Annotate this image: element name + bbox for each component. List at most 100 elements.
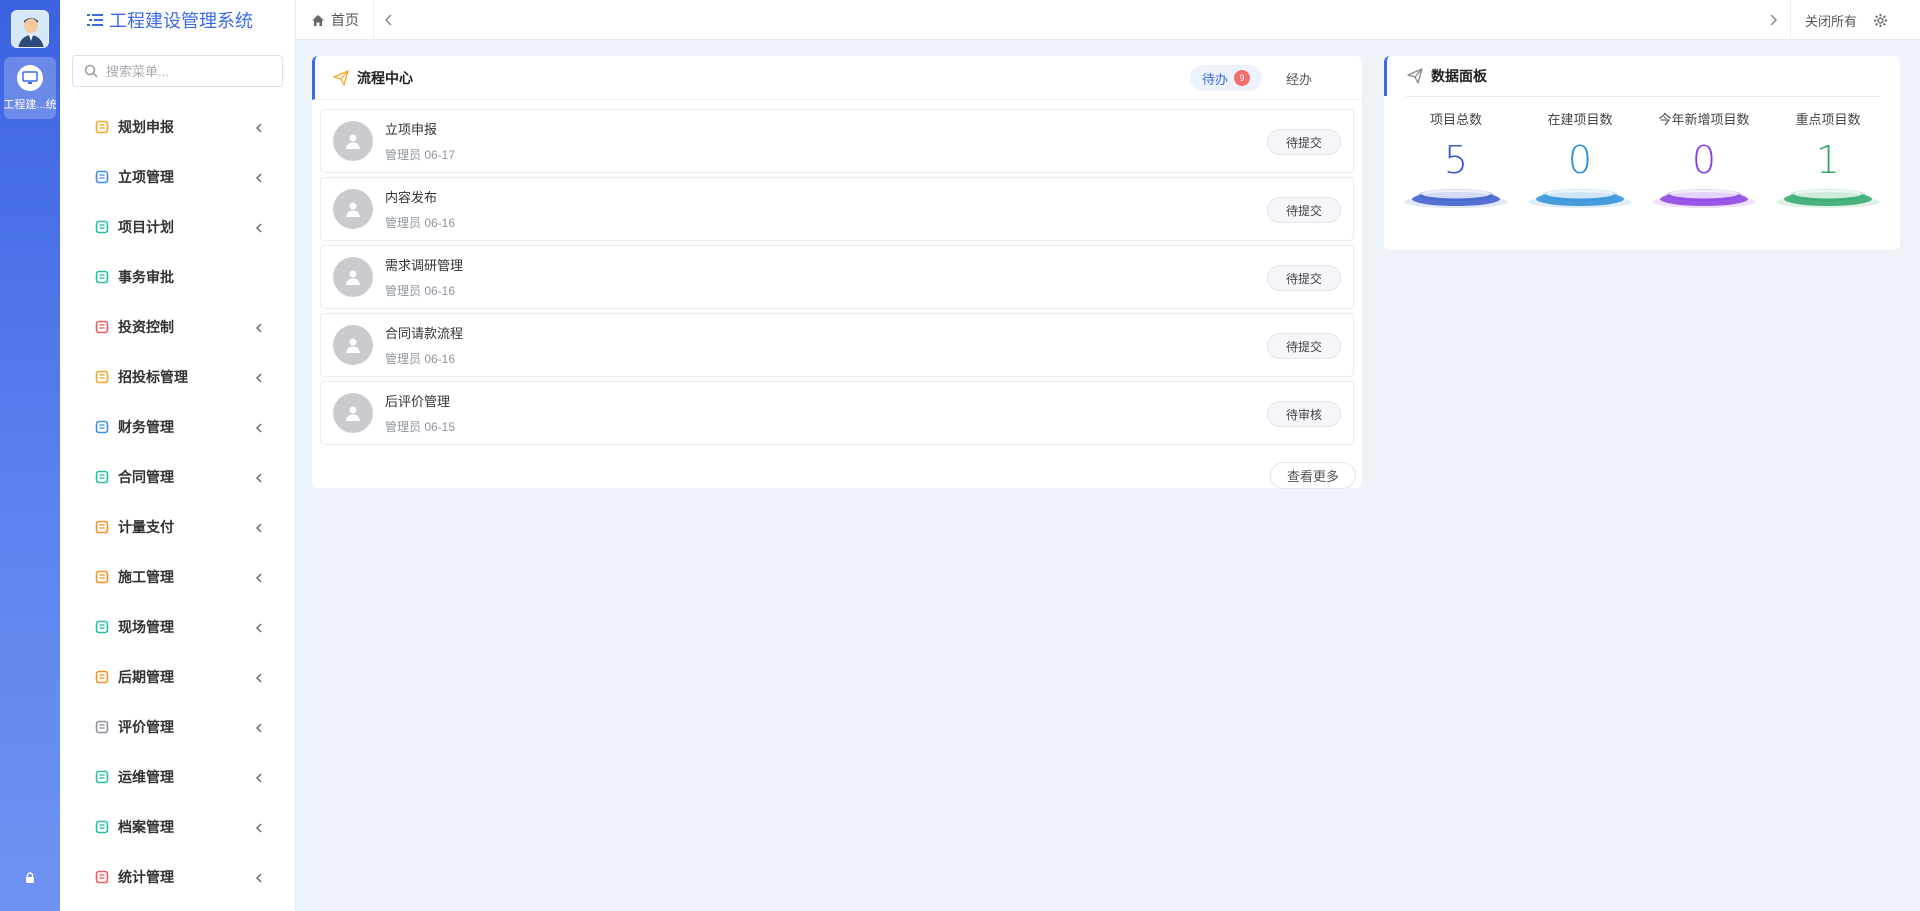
- approval-icon: [94, 269, 110, 285]
- task-row[interactable]: 后评价管理 管理员 06-15 待审核: [320, 381, 1354, 445]
- sidebar-item[interactable]: 档案管理: [60, 802, 295, 852]
- process-tabs: 待办 9 经办: [1189, 65, 1324, 91]
- sidebar-item[interactable]: 事务审批: [60, 252, 295, 302]
- task-status-button[interactable]: 待提交: [1266, 265, 1341, 291]
- location-icon: [94, 769, 110, 785]
- task-title: 合同请款流程: [385, 326, 464, 341]
- bidding-icon: [94, 369, 110, 385]
- thumb-up-icon: [94, 219, 110, 235]
- todo-count-badge: 9: [1233, 70, 1250, 86]
- tab-handled[interactable]: 经办: [1274, 65, 1324, 91]
- tab-home-label: 首页: [331, 12, 359, 28]
- send-icon: [333, 69, 349, 86]
- chevron-left-icon: [253, 121, 265, 133]
- task-row[interactable]: 需求调研管理 管理员 06-16 待提交: [320, 245, 1354, 309]
- task-list: 立项申报 管理员 06-17 待提交 内容发布 管理员 06-16 待提交 需求调研管理 管理…: [312, 100, 1362, 445]
- stat-label: 重点项目数: [1795, 112, 1861, 127]
- task-row[interactable]: 立项申报 管理员 06-17 待提交: [320, 109, 1354, 173]
- stat-item: 项目总数 5: [1394, 109, 1518, 210]
- task-meta: 管理员 06-16: [385, 216, 456, 230]
- pedestal-icon: [1652, 189, 1756, 208]
- task-status-button[interactable]: 待提交: [1266, 197, 1341, 223]
- rail-app-project-system[interactable]: 工程建...统: [3, 57, 57, 119]
- task-info: 需求调研管理 管理员 06-16: [385, 255, 463, 299]
- user-avatar-icon: [333, 121, 373, 161]
- stats-row: 项目总数 5 在建项目数 0 今年新增项目数 0 重点项目数 1: [1384, 109, 1900, 210]
- rail-app-label: 工程建...统: [3, 99, 57, 111]
- task-info: 内容发布管理员 06-16: [385, 187, 455, 231]
- task-title: 立项申报: [385, 122, 438, 137]
- view-more-button[interactable]: 查看更多: [1269, 462, 1356, 489]
- menu-search-input[interactable]: [106, 63, 282, 79]
- sidebar-item[interactable]: 财务管理: [60, 402, 295, 452]
- lock-icon[interactable]: [23, 871, 37, 885]
- chevron-left-icon: [253, 571, 265, 583]
- chevron-left-icon[interactable]: [382, 13, 396, 27]
- process-center-header: 流程中心 待办 9 经办: [312, 56, 1362, 100]
- sidebar-item[interactable]: 施工管理: [60, 552, 295, 602]
- sidebar-item[interactable]: 评价管理: [60, 702, 295, 752]
- stat-value: 5: [1443, 138, 1469, 182]
- user-avatar-icon: [333, 325, 373, 365]
- task-title: 后评价管理: [385, 394, 451, 409]
- sidebar-item[interactable]: 规划申报: [60, 102, 295, 152]
- menu-list-icon: [87, 14, 103, 26]
- sidebar-item-label: 项目计划: [118, 219, 174, 235]
- task-row[interactable]: 合同请款流程 管理员 06-16 待提交: [320, 313, 1354, 377]
- user-avatar-icon: [333, 393, 373, 433]
- close-all-button[interactable]: 关闭所有: [1805, 11, 1857, 30]
- sidebar-item[interactable]: 立项管理: [60, 152, 295, 202]
- sidebar-item-label: 运维管理: [118, 769, 174, 785]
- chevron-left-icon: [253, 721, 265, 733]
- stat-label: 今年新增项目数: [1658, 112, 1750, 127]
- sidebar-item-label: 档案管理: [118, 819, 174, 835]
- pedestal-icon: [1528, 189, 1632, 208]
- user-avatar[interactable]: [11, 10, 49, 48]
- search-icon: [84, 64, 98, 78]
- gear-icon[interactable]: [1873, 13, 1888, 28]
- tab-todo[interactable]: 待办 9: [1189, 65, 1262, 91]
- tab-handled-label: 经办: [1285, 71, 1312, 87]
- chevron-left-icon: [253, 821, 265, 833]
- task-row[interactable]: 内容发布管理员 06-16 待提交: [320, 177, 1354, 241]
- chevron-left-icon: [253, 871, 265, 883]
- stat-value: 0: [1567, 138, 1593, 182]
- chevron-right-icon[interactable]: [1766, 13, 1780, 27]
- sidebar-item[interactable]: 统计管理: [60, 852, 295, 902]
- stat-value: 1: [1815, 138, 1841, 182]
- side-menu: 规划申报立项管理项目计划事务审批投资控制 招投标管理财务管理合同管理计量支付施工管…: [60, 102, 295, 902]
- sidebar-item[interactable]: 合同管理: [60, 452, 295, 502]
- sidebar-item-label: 财务管理: [118, 419, 174, 435]
- user-avatar-icon: [333, 257, 373, 297]
- top-bar: 首页 关闭所有: [296, 0, 1920, 40]
- task-title: 需求调研管理: [385, 258, 464, 273]
- sidebar-item[interactable]: 项目计划: [60, 202, 295, 252]
- tab-home[interactable]: 首页: [296, 0, 374, 40]
- menu-search: [72, 55, 283, 87]
- sidebar-item-label: 事务审批: [118, 269, 174, 285]
- chevron-left-icon: [253, 671, 265, 683]
- task-status-button[interactable]: 待提交: [1266, 333, 1341, 359]
- chevron-left-icon: [253, 321, 265, 333]
- task-status-button[interactable]: 待提交: [1266, 129, 1341, 155]
- finance-icon: [94, 419, 110, 435]
- sidebar-item-label: 后期管理: [118, 669, 174, 685]
- pedestal-icon: [1404, 189, 1508, 208]
- stat-item: 重点项目数 1: [1766, 109, 1890, 210]
- send-icon: [1407, 68, 1423, 84]
- sidebar-item[interactable]: 运维管理: [60, 752, 295, 802]
- task-title: 内容发布: [385, 190, 438, 205]
- home-icon: [312, 14, 324, 26]
- sidebar-item[interactable]: 招投标管理: [60, 352, 295, 402]
- sidebar-item[interactable]: 后期管理: [60, 652, 295, 702]
- sidebar-item-label: 评价管理: [118, 719, 174, 735]
- sidebar-item-label: 规划申报: [118, 119, 174, 135]
- app-brand[interactable]: 工程建设管理系统: [60, 0, 295, 40]
- sidebar-item[interactable]: 现场管理: [60, 602, 295, 652]
- task-status-button[interactable]: 待审核: [1266, 401, 1341, 427]
- sidebar-item-label: 计量支付: [118, 519, 174, 535]
- planning-icon: [94, 119, 110, 135]
- sidebar-item[interactable]: 计量支付: [60, 502, 295, 552]
- task-meta: 管理员 06-16: [385, 284, 456, 298]
- sidebar-item[interactable]: 投资控制: [60, 302, 295, 352]
